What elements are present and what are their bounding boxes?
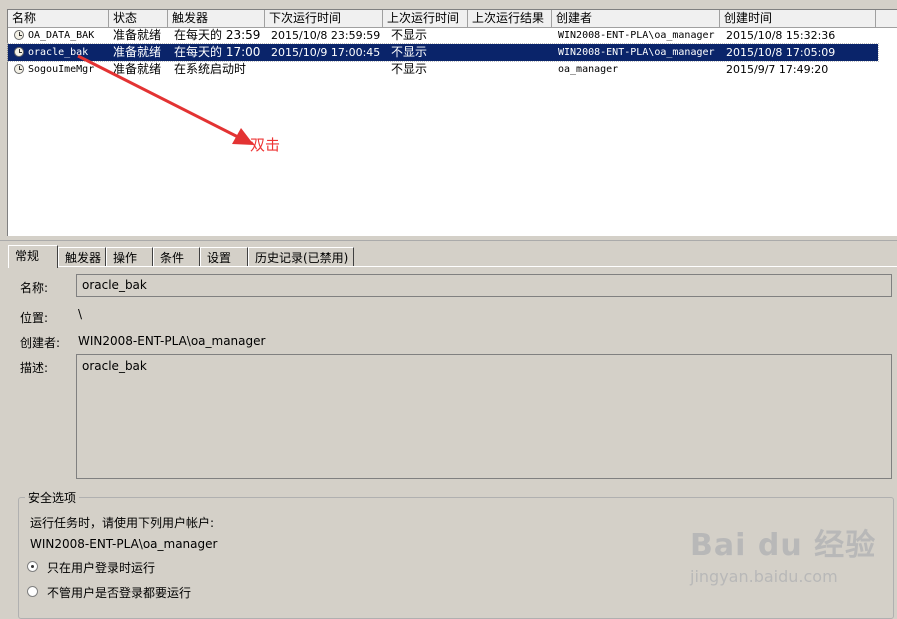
tab-settings[interactable]: 设置 xyxy=(200,247,248,267)
task-author: WIN2008-ENT-PLA\oa_manager xyxy=(558,30,715,41)
author-value: WIN2008-ENT-PLA\oa_manager xyxy=(78,334,266,348)
run-as-prompt: 运行任务时，请使用下列用户帐户: xyxy=(30,516,215,530)
name-field[interactable]: oracle_bak xyxy=(76,274,892,297)
table-row[interactable]: OA_DATA_BAK 准备就绪 在每天的 23:59 2015/10/8 23… xyxy=(8,27,878,44)
clock-icon xyxy=(14,30,24,40)
author-label: 创建者: xyxy=(20,336,61,350)
tab-triggers[interactable]: 触发器 xyxy=(58,247,106,267)
tab-actions[interactable]: 操作 xyxy=(106,247,153,267)
task-next-run: 2015/10/8 23:59:59 xyxy=(271,29,381,42)
col-name[interactable]: 名称 xyxy=(8,10,109,27)
task-last-run: 不显示 xyxy=(391,62,428,76)
col-trigger[interactable]: 触发器 xyxy=(168,10,265,27)
name-label: 名称: xyxy=(20,281,49,295)
list-header: 名称 状态 触发器 下次运行时间 上次运行时间 上次运行结果 创建者 创建时间 xyxy=(8,10,897,28)
tab-general[interactable]: 常规 xyxy=(8,245,58,268)
task-created: 2015/9/7 17:49:20 xyxy=(726,63,829,76)
task-last-result xyxy=(468,27,552,44)
task-author: oa_manager xyxy=(558,64,619,75)
task-created: 2015/10/8 17:05:09 xyxy=(726,46,836,59)
col-status[interactable]: 状态 xyxy=(109,10,168,27)
watermark-logo: Bai du 经验 xyxy=(690,528,877,563)
location-value: \ xyxy=(78,307,83,321)
col-created[interactable]: 创建时间 xyxy=(720,10,876,27)
col-last-result[interactable]: 上次运行结果 xyxy=(468,10,552,27)
security-group-title: 安全选项 xyxy=(25,489,80,506)
task-last-run: 不显示 xyxy=(391,28,428,42)
radio-whether-logged-on[interactable] xyxy=(27,586,38,597)
task-next-run: 2015/10/9 17:00:45 xyxy=(271,46,381,59)
clock-icon xyxy=(14,47,24,57)
splitter[interactable] xyxy=(0,236,897,241)
col-next-run[interactable]: 下次运行时间 xyxy=(265,10,383,27)
col-last-run[interactable]: 上次运行时间 xyxy=(383,10,468,27)
table-row-selected[interactable]: oracle_bak 准备就绪 在每天的 17:00 2015/10/9 17:… xyxy=(7,43,879,62)
task-name: OA_DATA_BAK xyxy=(28,30,95,41)
location-label: 位置: xyxy=(20,311,49,325)
table-row[interactable]: SogouImeMgr 准备就绪 在系统启动时 不显示 oa_manager 2… xyxy=(8,61,878,78)
task-status: 准备就绪 xyxy=(113,62,162,76)
task-last-result xyxy=(468,44,552,61)
col-author[interactable]: 创建者 xyxy=(552,10,720,27)
clock-icon xyxy=(14,64,24,74)
run-as-account: WIN2008-ENT-PLA\oa_manager xyxy=(30,537,218,551)
task-list[interactable]: 名称 状态 触发器 下次运行时间 上次运行时间 上次运行结果 创建者 创建时间 … xyxy=(7,9,897,237)
task-trigger: 在每天的 17:00 xyxy=(174,45,261,59)
task-last-result xyxy=(468,61,552,78)
radio-logged-on-only[interactable] xyxy=(27,561,38,572)
description-label: 描述: xyxy=(20,361,49,375)
task-trigger: 在每天的 23:59 xyxy=(174,28,261,42)
task-created: 2015/10/8 15:32:36 xyxy=(726,29,836,42)
task-author: WIN2008-ENT-PLA\oa_manager xyxy=(558,47,715,58)
task-last-run: 不显示 xyxy=(391,45,428,59)
task-status: 准备就绪 xyxy=(113,28,162,42)
task-name: oracle_bak xyxy=(28,47,89,58)
tab-history[interactable]: 历史记录(已禁用) xyxy=(248,247,354,267)
annotation-label: 双击 xyxy=(250,136,281,154)
task-name: SogouImeMgr xyxy=(28,64,95,75)
radio-whether-logged-on-label: 不管用户是否登录都要运行 xyxy=(47,586,192,600)
task-next-run xyxy=(267,61,385,78)
radio-logged-on-only-label: 只在用户登录时运行 xyxy=(47,561,156,575)
task-trigger: 在系统启动时 xyxy=(174,62,247,76)
task-status: 准备就绪 xyxy=(113,45,162,59)
tab-conditions[interactable]: 条件 xyxy=(153,247,200,267)
watermark-url: jingyan.baidu.com xyxy=(690,567,838,586)
description-field[interactable]: oracle_bak xyxy=(76,354,892,479)
